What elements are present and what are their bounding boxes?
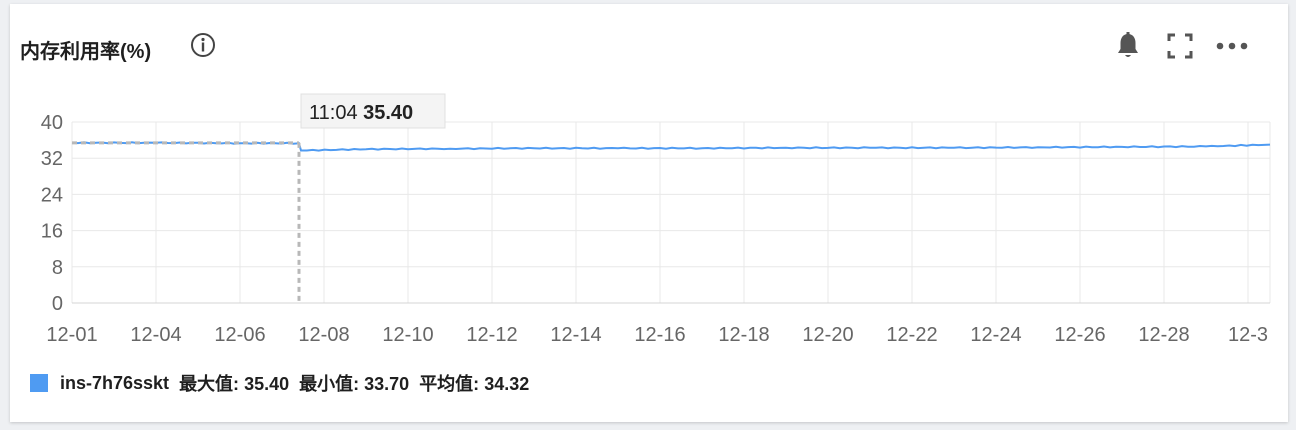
x-tick-label: 12-18 [718, 324, 769, 346]
tooltip-text: 11:04 35.40 [309, 102, 413, 124]
x-tick-label: 12-24 [970, 324, 1021, 346]
tooltip-value: 35.40 [363, 102, 413, 124]
x-tick-label: 12-04 [130, 324, 181, 346]
legend: ins-7h76sskt 最大值: 35.40 最小值: 33.70 平均值: … [30, 371, 539, 395]
y-tick-label: 32 [41, 148, 63, 170]
x-tick-label: 12-20 [802, 324, 853, 346]
series-line [71, 141, 1271, 152]
legend-series-name: ins-7h76sskt [60, 372, 170, 393]
x-tick-label: 12-06 [214, 324, 265, 346]
stat-max: 最大值: 35.40 [179, 370, 289, 396]
legend-swatch [30, 374, 48, 392]
x-tick-label: 12-22 [886, 324, 937, 346]
x-tick-label: 12-10 [382, 324, 433, 346]
stat-min-label: 最小值: [299, 374, 360, 394]
y-tick-label: 40 [41, 112, 63, 134]
tooltip-time: 11:04 [309, 102, 363, 124]
x-tick-label: 12-26 [1054, 324, 1105, 346]
stat-max-label: 最大值: [179, 374, 240, 394]
line-chart: 0 8 16 24 32 40 12-01 12-04 12-06 12-08 12-10 12-12… [41, 93, 1271, 346]
y-tick-label: 0 [52, 293, 63, 315]
stat-min-value: 33.70 [364, 374, 410, 394]
x-tick-label: 12-3 [1228, 324, 1268, 346]
stat-min: 最小值: 33.70 [299, 370, 409, 396]
stat-max-value: 35.40 [244, 374, 290, 394]
y-tick-label: 16 [41, 221, 63, 243]
x-tick-label: 12-28 [1138, 324, 1189, 346]
stat-avg-label: 平均值: [419, 374, 480, 394]
x-tick-label: 12-08 [298, 324, 349, 346]
y-tick-label: 24 [41, 184, 63, 206]
y-tick-label: 8 [52, 257, 63, 279]
x-tick-label: 12-14 [550, 324, 601, 346]
stat-avg: 平均值: 34.32 [419, 370, 529, 396]
x-tick-label: 12-16 [634, 324, 685, 346]
x-tick-label: 12-12 [466, 324, 517, 346]
x-tick-label: 12-01 [46, 324, 97, 346]
stat-avg-value: 34.32 [484, 374, 530, 394]
